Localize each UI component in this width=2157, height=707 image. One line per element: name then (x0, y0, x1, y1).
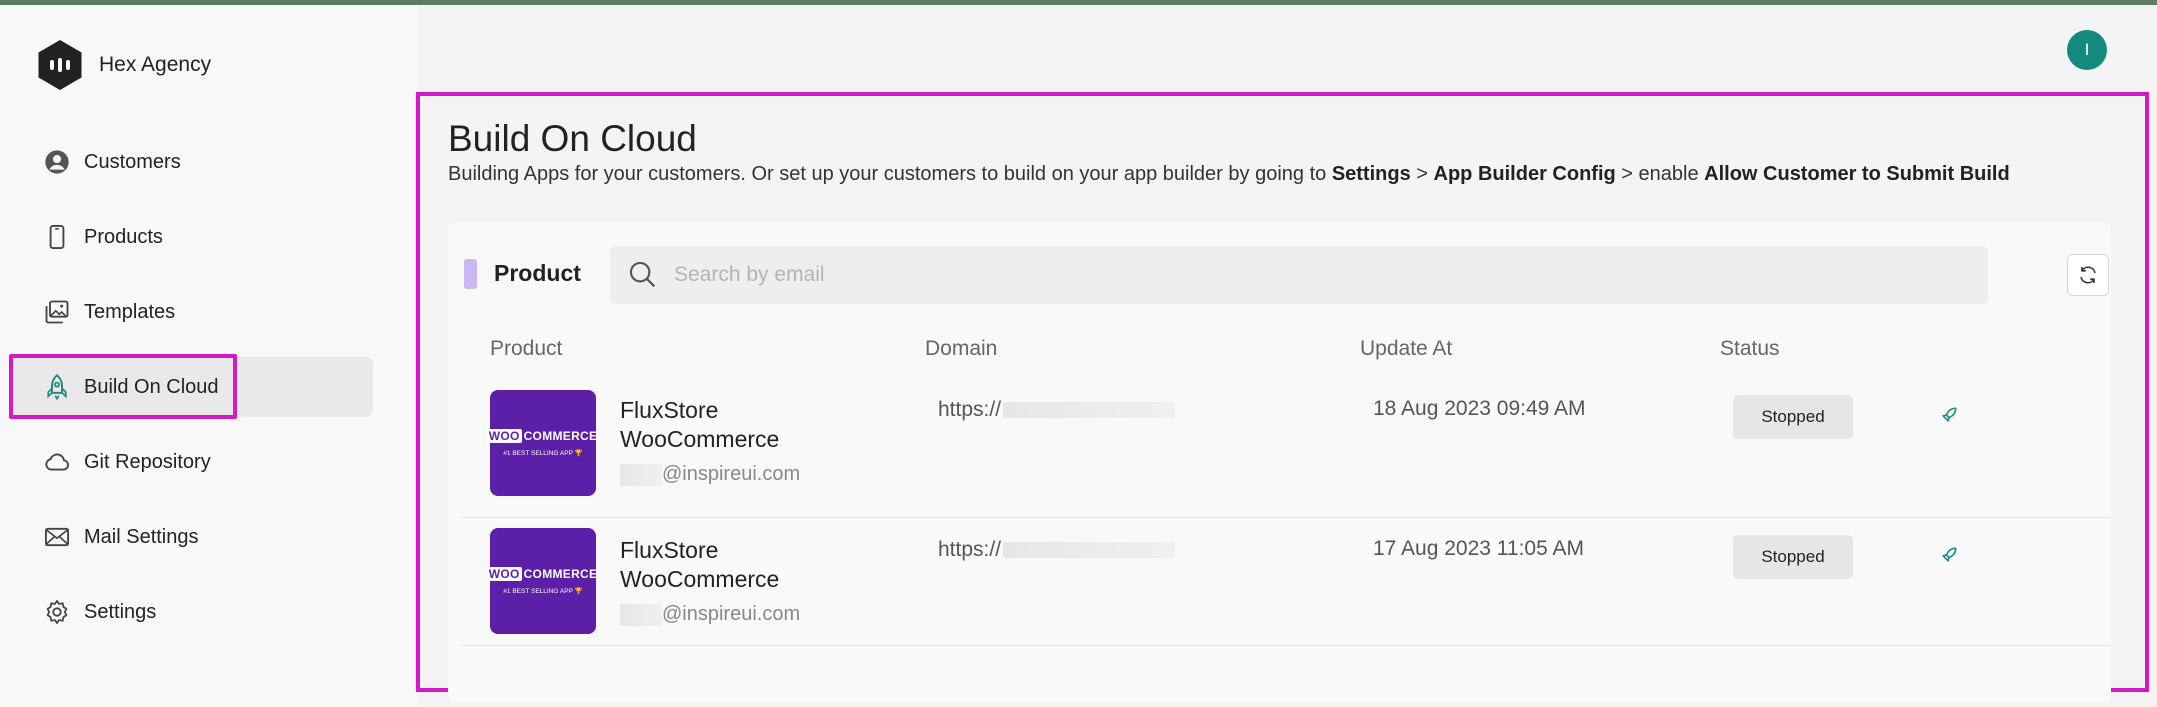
gear-icon (42, 597, 72, 627)
sidebar-item-label: Customers (84, 150, 181, 173)
phone-icon (42, 222, 72, 252)
redacted-block (620, 463, 662, 486)
thumbnail-brand-prefix: WOO (486, 429, 522, 443)
sidebar-item-settings[interactable]: Settings (10, 582, 373, 642)
subtitle-app-builder-config: App Builder Config (1433, 163, 1616, 185)
cloud-icon (42, 447, 72, 477)
sidebar-item-products[interactable]: Products (10, 207, 373, 267)
thumbnail-tag: #1 BEST SELLING APP 🏆 (503, 450, 583, 457)
domain-text: https:// (938, 538, 1002, 561)
thumbnail-brand: WOO COMMERCE (486, 429, 600, 443)
redacted-block (1003, 402, 1176, 418)
search-icon (629, 261, 656, 288)
product-email-domain: @inspireui.com (662, 463, 801, 485)
rocket-icon[interactable] (1939, 545, 1959, 565)
redacted-block (620, 603, 662, 626)
domain-cell: https:// (938, 398, 1176, 422)
updated-date: 17 Aug 2023 11:05 AM (1373, 537, 1584, 560)
thumbnail-brand-text: COMMERCE (523, 567, 598, 581)
table-row[interactable]: WOO COMMERCE #1 BEST SELLING APP 🏆 FluxSt… (461, 518, 2111, 646)
sidebar-item-customers[interactable]: Customers (10, 132, 373, 192)
sidebar-item-templates[interactable]: Templates (10, 282, 373, 342)
product-email-domain: @inspireui.com (662, 603, 801, 625)
brand-name: Hex Agency (99, 53, 212, 76)
thumbnail-tag: #1 BEST SELLING APP 🏆 (503, 588, 583, 595)
refresh-button[interactable] (2067, 254, 2109, 296)
brand-logo-icon (38, 40, 82, 90)
card-label: Product (494, 260, 581, 286)
mail-icon (42, 522, 72, 552)
sidebar-item-build-on-cloud[interactable]: Build On Cloud (10, 357, 373, 417)
sidebar-item-label: Settings (84, 600, 157, 623)
product-email: @inspireui.com (620, 463, 800, 486)
sidebar-nav: Customers Products Templates Build On Cl… (10, 132, 373, 657)
user-circle-icon (42, 147, 72, 177)
card-label-bar (464, 259, 477, 289)
rocket-icon (42, 372, 72, 402)
refresh-icon (2080, 266, 2096, 284)
brand[interactable]: Hex Agency (35, 40, 211, 90)
subtitle-settings-link: Settings (1331, 163, 1411, 185)
subtitle-text: > (1410, 163, 1434, 185)
status-badge[interactable]: Stopped (1733, 395, 1853, 439)
sidebar-item-label: Build On Cloud (84, 375, 219, 398)
thumbnail-brand-prefix: WOO (486, 567, 522, 581)
product-name: FluxStore WooCommerce (620, 397, 780, 452)
search-input[interactable] (674, 263, 1874, 287)
avatar[interactable]: I (2067, 30, 2107, 70)
subtitle-allow-customer: Allow Customer to Submit Build (1704, 163, 2010, 185)
search-bar[interactable] (610, 246, 1988, 304)
sidebar: Hex Agency Customers Products Templates … (0, 5, 418, 707)
sidebar-item-git-repository[interactable]: Git Repository (10, 432, 373, 492)
subtitle-text: > enable (1615, 163, 1705, 185)
column-header-domain[interactable]: Domain (925, 337, 997, 361)
column-header-status[interactable]: Status (1720, 337, 1780, 361)
thumbnail-brand: WOO COMMERCE (486, 567, 600, 581)
status-badge[interactable]: Stopped (1733, 535, 1853, 579)
thumbnail-brand-text: COMMERCE (523, 429, 598, 443)
product-name: FluxStore WooCommerce (620, 537, 780, 592)
updated-date: 18 Aug 2023 09:49 AM (1373, 397, 1586, 420)
sidebar-item-mail-settings[interactable]: Mail Settings (10, 507, 373, 567)
domain-cell: https:// (938, 538, 1176, 562)
images-icon (42, 297, 72, 327)
table-row[interactable]: WOO COMMERCE #1 BEST SELLING APP 🏆 FluxSt… (461, 390, 2111, 518)
column-header-update-at[interactable]: Update At (1360, 337, 1452, 361)
sidebar-item-label: Products (84, 225, 163, 248)
subtitle-text: Building Apps for your customers. Or set… (448, 163, 1332, 185)
main-panel: Build On Cloud Building Apps for your cu… (416, 92, 2149, 702)
redacted-block (1003, 542, 1176, 558)
page-title: Build On Cloud (448, 118, 697, 159)
rocket-icon[interactable] (1939, 405, 1959, 425)
sidebar-item-label: Git Repository (84, 450, 211, 473)
product-card: Product Product Domain Update At Status … (448, 222, 2111, 702)
domain-text: https:// (938, 398, 1002, 421)
sidebar-item-label: Mail Settings (84, 525, 199, 548)
page-subtitle: Building Apps for your customers. Or set… (448, 163, 2010, 186)
column-header-product[interactable]: Product (490, 337, 562, 361)
sidebar-item-label: Templates (84, 300, 176, 323)
product-email: @inspireui.com (620, 603, 800, 626)
product-thumbnail: WOO COMMERCE #1 BEST SELLING APP 🏆 (486, 390, 597, 496)
product-thumbnail: WOO COMMERCE #1 BEST SELLING APP 🏆 (486, 528, 597, 634)
